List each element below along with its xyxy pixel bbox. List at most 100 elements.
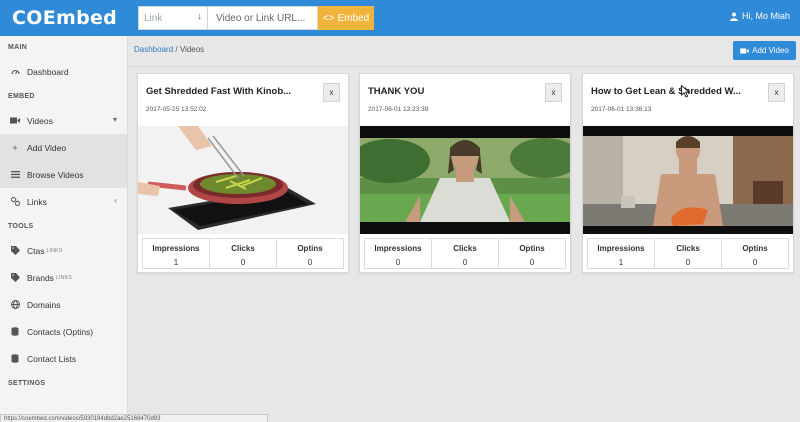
optins-value: 0 (752, 258, 758, 267)
clicks-stat: Clicks 0 (654, 239, 721, 268)
video-thumbnail[interactable] (138, 126, 348, 234)
sidebar-item-label: Browse Videos (27, 169, 84, 180)
sidebar-item-label: Brands (27, 272, 54, 283)
database-icon (10, 354, 20, 364)
clicks-stat: Clicks 0 (209, 239, 276, 268)
app-logo[interactable]: COEmbed (12, 7, 117, 29)
sidebar-item-links[interactable]: Links ‹ (0, 188, 127, 215)
sidebar-section-embed: EMBED (8, 92, 35, 100)
mouse-pointer-icon (681, 85, 690, 98)
sidebar-item-label: Links (27, 196, 47, 207)
video-stats: Impressions 1 Clicks 0 Optins 0 (587, 238, 789, 269)
clicks-stat: Clicks 0 (431, 239, 498, 268)
video-card: Get Shredded Fast With Kinob... 2017-05-… (137, 73, 349, 273)
sidebar-item-brands[interactable]: Brands LINKS (0, 264, 127, 291)
add-video-label: Add Video (752, 46, 789, 55)
impressions-stat: Impressions 1 (588, 239, 654, 268)
video-card: How to Get Lean & Shredded W... 2017-06-… (582, 73, 794, 273)
list-icon (10, 170, 20, 180)
video-camera-icon (740, 47, 749, 54)
embed-type-select[interactable]: Link ↓ (138, 6, 208, 30)
chevron-down-icon: ▾ (112, 115, 117, 124)
plus-icon: + (12, 142, 18, 153)
delete-video-button[interactable]: x (545, 83, 562, 102)
globe-icon (10, 300, 20, 310)
brands-sublabel: LINKS (55, 274, 72, 281)
sidebar-item-label: Dashboard (27, 66, 69, 77)
tag-icon (10, 273, 20, 283)
sidebar-item-browse-videos[interactable]: Browse Videos (0, 161, 127, 188)
video-title[interactable]: How to Get Lean & Shredded W... (591, 86, 741, 97)
video-url-input[interactable] (208, 6, 318, 30)
video-stats: Impressions 0 Clicks 0 Optins 0 (364, 238, 566, 269)
impressions-value: 0 (395, 258, 401, 267)
video-stats: Impressions 1 Clicks 0 Optins 0 (142, 238, 344, 269)
optins-label: Optins (742, 244, 768, 253)
embed-form: Link ↓ <> Embed (138, 6, 374, 30)
user-icon (729, 12, 738, 21)
sidebar-item-ctas[interactable]: Ctas LINKS (0, 237, 127, 264)
user-greeting: Hi, Mo Miah (741, 11, 790, 21)
sidebar-item-label: Ctas (27, 245, 45, 256)
breadcrumb-dashboard-link[interactable]: Dashboard (134, 45, 173, 54)
impressions-value: 1 (618, 258, 624, 267)
impressions-value: 1 (173, 258, 179, 267)
sidebar-section-main: MAIN (8, 43, 28, 51)
sidebar-item-label: Contact Lists (27, 353, 77, 364)
optins-label: Optins (297, 244, 323, 253)
code-icon: <> (322, 12, 335, 24)
optins-stat: Optins 0 (276, 239, 343, 268)
header-divider (128, 66, 800, 67)
impressions-stat: Impressions 0 (365, 239, 431, 268)
sidebar-item-label: Contacts (Optins) (27, 326, 94, 337)
user-menu[interactable]: Hi, Mo Miah (729, 11, 790, 21)
top-navbar: COEmbed Link ↓ <> Embed Hi, Mo Miah (0, 0, 800, 36)
optins-label: Optins (519, 244, 545, 253)
breadcrumb: Dashboard / Videos (134, 45, 204, 54)
impressions-label: Impressions (152, 244, 200, 253)
delete-video-button[interactable]: x (323, 83, 340, 102)
embed-type-placeholder: Link (144, 12, 163, 24)
video-thumbnail[interactable] (583, 126, 793, 234)
video-title[interactable]: Get Shredded Fast With Kinob... (146, 86, 291, 97)
embed-button-label: Embed (337, 12, 370, 24)
sidebar-section-tools: TOOLS (8, 222, 34, 230)
sidebar-item-add-video[interactable]: + Add Video (0, 134, 127, 161)
breadcrumb-separator: / (175, 45, 178, 54)
sidebar-item-dashboard[interactable]: Dashboard (0, 58, 127, 85)
gauge-icon (10, 67, 20, 77)
sidebar-item-contacts[interactable]: Contacts (Optins) (0, 318, 127, 345)
delete-video-button[interactable]: x (768, 83, 785, 102)
video-date: 2017-06-01 13:36:13 (591, 106, 652, 113)
optins-value: 0 (307, 258, 313, 267)
clicks-value: 0 (685, 258, 691, 267)
sidebar-section-settings: SETTINGS (8, 379, 46, 387)
sidebar-item-contact-lists[interactable]: Contact Lists (0, 345, 127, 372)
sidebar-item-domains[interactable]: Domains (0, 291, 127, 318)
video-card: THANK YOU 2017-06-01 13:23:39 x Impressi… (359, 73, 571, 273)
sidebar: MAIN Dashboard EMBED Videos ▾ + Add Vide… (0, 36, 128, 422)
browser-status-url: https://coembed.com/videos/5930184dbd2ae… (0, 414, 268, 422)
tag-icon (10, 246, 20, 256)
add-video-button[interactable]: Add Video (733, 41, 796, 60)
optins-stat: Optins 0 (721, 239, 788, 268)
database-icon (10, 327, 20, 337)
sidebar-item-videos[interactable]: Videos ▾ (0, 107, 127, 134)
breadcrumb-current: Videos (179, 45, 205, 54)
video-camera-icon (10, 116, 20, 126)
sidebar-item-label: Videos (27, 115, 53, 126)
impressions-label: Impressions (597, 244, 645, 253)
chevron-left-icon: ‹ (114, 196, 117, 205)
video-title[interactable]: THANK YOU (368, 86, 424, 97)
link-icon (10, 197, 20, 207)
video-date: 2017-05-25 13:52:02 (146, 106, 207, 113)
optins-value: 0 (529, 258, 535, 267)
impressions-stat: Impressions 1 (143, 239, 209, 268)
clicks-value: 0 (240, 258, 246, 267)
clicks-value: 0 (462, 258, 468, 267)
embed-button[interactable]: <> Embed (318, 6, 374, 30)
video-thumbnail[interactable] (360, 126, 570, 234)
clicks-label: Clicks (231, 244, 255, 253)
impressions-label: Impressions (374, 244, 422, 253)
ctas-sublabel: LINKS (46, 247, 63, 254)
